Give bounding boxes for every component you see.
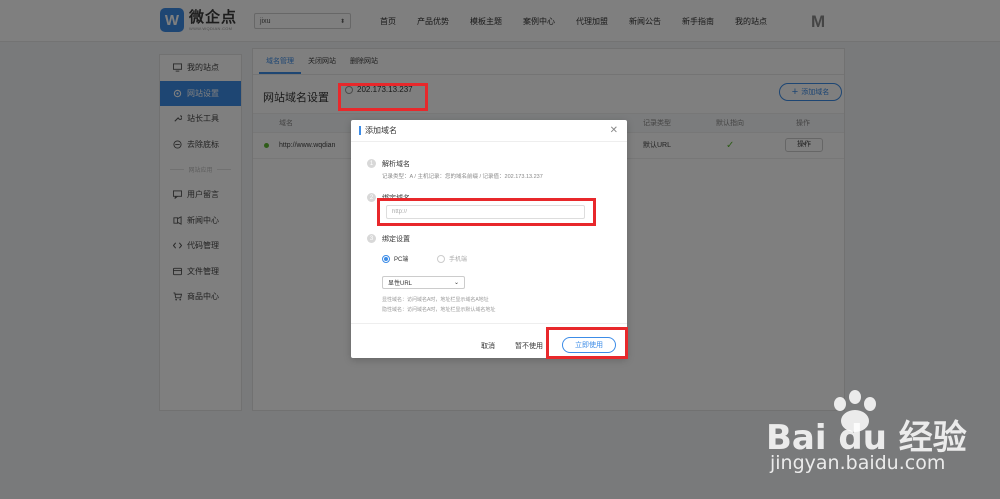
step-title-resolve: 解析域名 xyxy=(382,161,410,168)
step-number-3: 3 xyxy=(367,234,376,243)
cancel-button[interactable]: 取消 xyxy=(481,341,495,351)
help-explicit: 显性域名：访问域名A时，地址栏显示域名A地址 xyxy=(382,297,489,303)
step-desc-resolve: 记录类型：A / 主机记录：您的域名前缀 / 记录值：202.173.13.23… xyxy=(382,174,543,180)
radio-mobile-label: 手机端 xyxy=(449,257,468,263)
url-type-value: 显性URL xyxy=(388,281,413,287)
highlight-input xyxy=(377,198,596,226)
step-number-1: 1 xyxy=(367,159,376,168)
radio-pc-label: PC端 xyxy=(394,257,409,263)
highlight-use-button xyxy=(546,327,628,359)
radio-mobile[interactable]: 手机端 xyxy=(437,254,467,263)
dialog-header: 添加域名 ✕ xyxy=(351,120,627,142)
step-number-2: 2 xyxy=(367,193,376,202)
add-domain-dialog: 添加域名 ✕ 1 解析域名 记录类型：A / 主机记录：您的域名前缀 / 记录值… xyxy=(351,120,627,358)
title-accent-bar xyxy=(359,126,361,135)
highlight-ip xyxy=(338,83,428,111)
radio-pc[interactable]: PC端 xyxy=(382,254,408,263)
radio-unchecked-icon xyxy=(437,254,445,263)
not-now-button[interactable]: 暂不使用 xyxy=(515,341,543,351)
step-title-settings: 绑定设置 xyxy=(382,236,410,243)
url-type-select[interactable]: 显性URL ⌄ xyxy=(382,276,465,289)
close-icon[interactable]: ✕ xyxy=(610,125,618,136)
dialog-title: 添加域名 xyxy=(365,126,397,135)
radio-checked-icon xyxy=(382,254,390,263)
help-implicit: 隐性域名：访问域名A时，地址栏显示默认域名地址 xyxy=(382,307,496,313)
chevron-down-icon: ⌄ xyxy=(453,280,459,286)
